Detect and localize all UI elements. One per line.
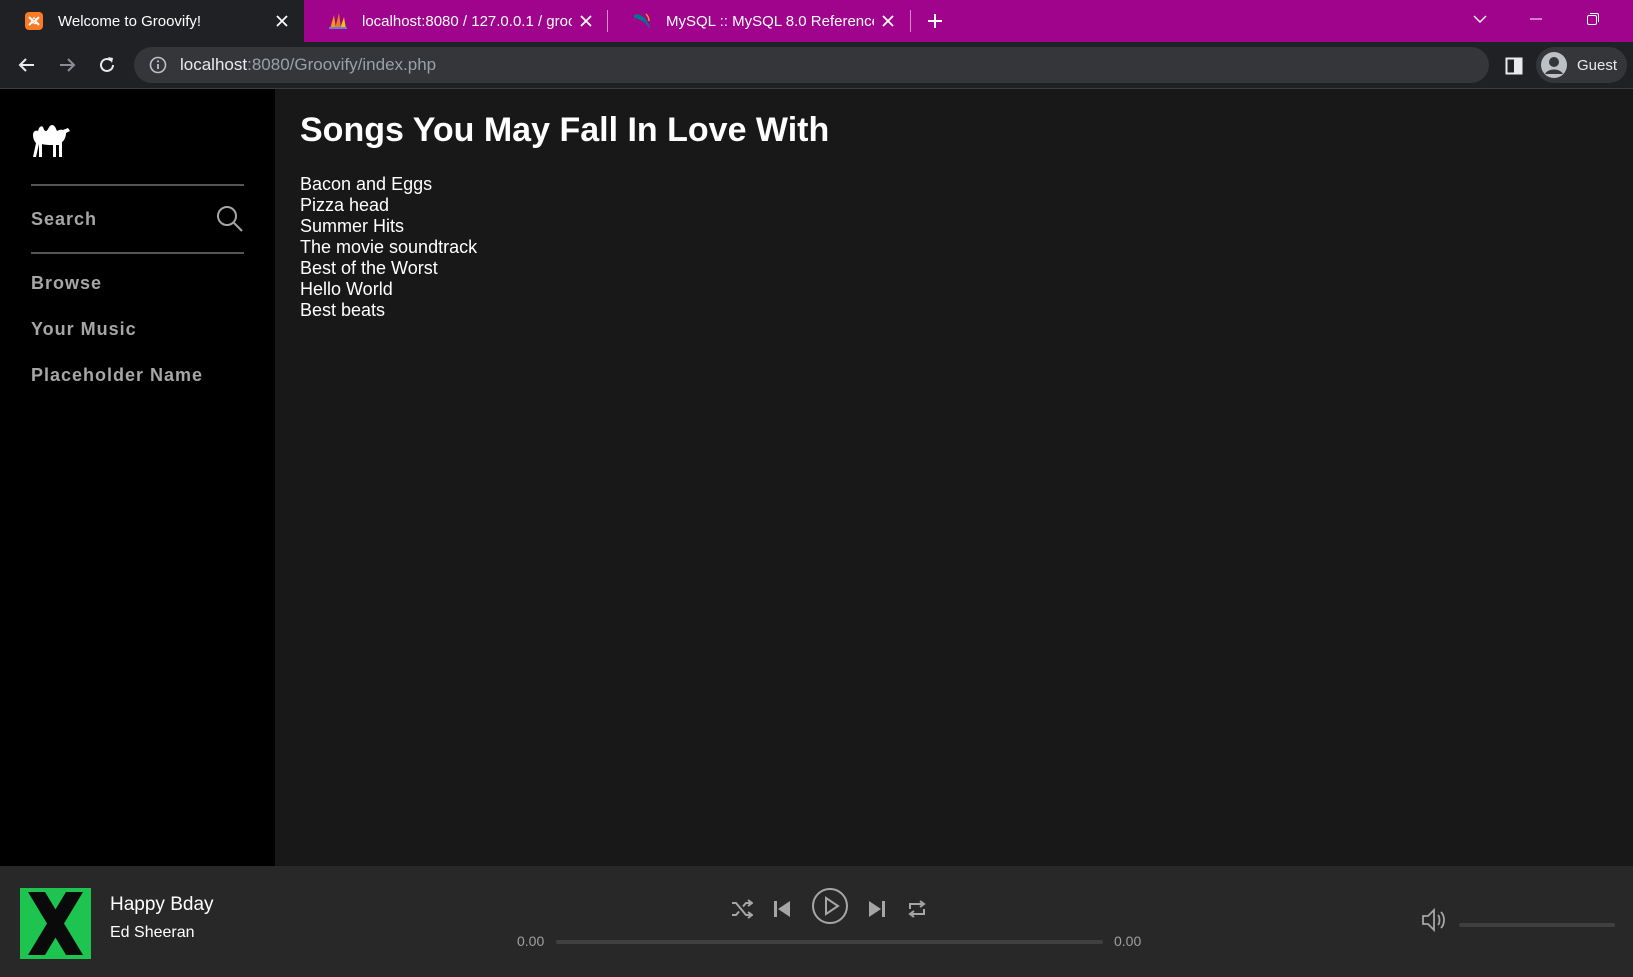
- album-art[interactable]: [20, 888, 91, 959]
- search-nav-item[interactable]: Search: [31, 197, 244, 241]
- next-button[interactable]: [862, 894, 892, 924]
- next-icon: [869, 901, 885, 917]
- tab-divider: [910, 10, 911, 32]
- xampp-icon: ⩯: [25, 12, 43, 30]
- sidebar-divider: [31, 184, 244, 186]
- sidebar-divider: [31, 252, 244, 254]
- previous-button[interactable]: [767, 894, 797, 924]
- previous-icon: [774, 901, 790, 917]
- avatar-icon: [1541, 52, 1567, 78]
- new-tab-button[interactable]: [920, 6, 950, 36]
- camel-logo-icon[interactable]: [30, 119, 72, 161]
- minimize-button[interactable]: [1513, 0, 1559, 38]
- reload-icon: [100, 57, 114, 72]
- minimize-icon: [1530, 18, 1542, 20]
- tab-mysql-reference[interactable]: MySQL :: MySQL 8.0 Reference M: [608, 0, 910, 42]
- restore-icon: [1587, 13, 1599, 25]
- browser-tab-strip: ⩯ Welcome to Groovify! localhost:8080 / …: [0, 0, 1633, 42]
- album-x-image: [20, 888, 91, 959]
- close-tab-icon[interactable]: [572, 7, 600, 35]
- track-name[interactable]: Happy Bday: [110, 894, 214, 916]
- side-panel-button[interactable]: [1502, 54, 1526, 78]
- reload-button[interactable]: [92, 50, 122, 80]
- chevron-down-icon: [1473, 15, 1487, 23]
- profile-name: Guest: [1577, 56, 1618, 74]
- total-time: 0.00: [1114, 933, 1142, 949]
- sidebar-item-placeholder-name[interactable]: Placeholder Name: [31, 365, 203, 386]
- restore-button[interactable]: [1570, 0, 1616, 38]
- current-time: 0.00: [517, 933, 545, 949]
- now-playing-bar: Happy Bday Ed Sheeran 0.00 0.00: [0, 866, 1633, 977]
- plus-icon: [928, 14, 942, 28]
- phpmyadmin-icon: [329, 13, 347, 29]
- sidebar-item-browse[interactable]: Browse: [31, 273, 102, 294]
- shuffle-icon: [732, 899, 753, 919]
- playlist-item[interactable]: The movie soundtrack: [300, 237, 477, 258]
- playlist-item[interactable]: Bacon and Eggs: [300, 174, 477, 195]
- playlist-item[interactable]: Summer Hits: [300, 216, 477, 237]
- tab-welcome-to-groovify[interactable]: ⩯ Welcome to Groovify!: [0, 0, 304, 42]
- repeat-button[interactable]: [902, 894, 932, 924]
- close-tab-icon[interactable]: [268, 7, 296, 35]
- tab-phpmyadmin[interactable]: localhost:8080 / 127.0.0.1 / groov: [304, 0, 608, 42]
- search-label: Search: [31, 208, 98, 229]
- main-content: Songs You May Fall In Love With Bacon an…: [275, 89, 1633, 866]
- mysql-icon: [634, 13, 650, 29]
- address-bar[interactable]: localhost:8080/Groovify/index.php: [134, 47, 1489, 83]
- url-text: localhost:8080/Groovify/index.php: [180, 55, 436, 75]
- repeat-icon: [908, 900, 926, 918]
- tab-title: localhost:8080 / 127.0.0.1 / groov: [362, 12, 572, 30]
- play-button[interactable]: [810, 886, 850, 926]
- shuffle-button[interactable]: [727, 894, 757, 924]
- arrow-right-icon: [60, 58, 76, 72]
- page-title: Songs You May Fall In Love With: [300, 111, 830, 149]
- playlist-item[interactable]: Best beats: [300, 300, 477, 321]
- profile-button[interactable]: Guest: [1536, 47, 1628, 83]
- url-path: :8080/Groovify/index.php: [247, 55, 437, 74]
- arrow-left-icon: [18, 58, 34, 72]
- volume-icon[interactable]: [1420, 906, 1448, 934]
- progress-bar[interactable]: [556, 940, 1103, 944]
- artist-name[interactable]: Ed Sheeran: [110, 924, 195, 942]
- playlist-item[interactable]: Hello World: [300, 279, 477, 300]
- url-host: localhost: [180, 55, 248, 74]
- tab-title: Welcome to Groovify!: [58, 12, 202, 30]
- forward-button[interactable]: [52, 50, 82, 80]
- playlist-list: Bacon and Eggs Pizza head Summer Hits Th…: [300, 174, 477, 321]
- play-icon: [812, 888, 848, 924]
- back-button[interactable]: [12, 50, 42, 80]
- playlist-item[interactable]: Best of the Worst: [300, 258, 477, 279]
- playlist-item[interactable]: Pizza head: [300, 195, 477, 216]
- volume-slider[interactable]: [1459, 923, 1615, 927]
- browser-toolbar: localhost:8080/Groovify/index.php Guest: [0, 42, 1633, 89]
- sidebar-item-your-music[interactable]: Your Music: [31, 319, 137, 340]
- info-icon[interactable]: [148, 55, 168, 75]
- tab-search-button[interactable]: [1457, 0, 1503, 38]
- tab-title: MySQL :: MySQL 8.0 Reference M: [666, 12, 874, 30]
- search-icon[interactable]: [216, 205, 244, 233]
- sidebar: Search Browse Your Music Placeholder Nam…: [0, 89, 275, 866]
- close-tab-icon[interactable]: [874, 7, 902, 35]
- side-panel-icon: [1505, 57, 1523, 75]
